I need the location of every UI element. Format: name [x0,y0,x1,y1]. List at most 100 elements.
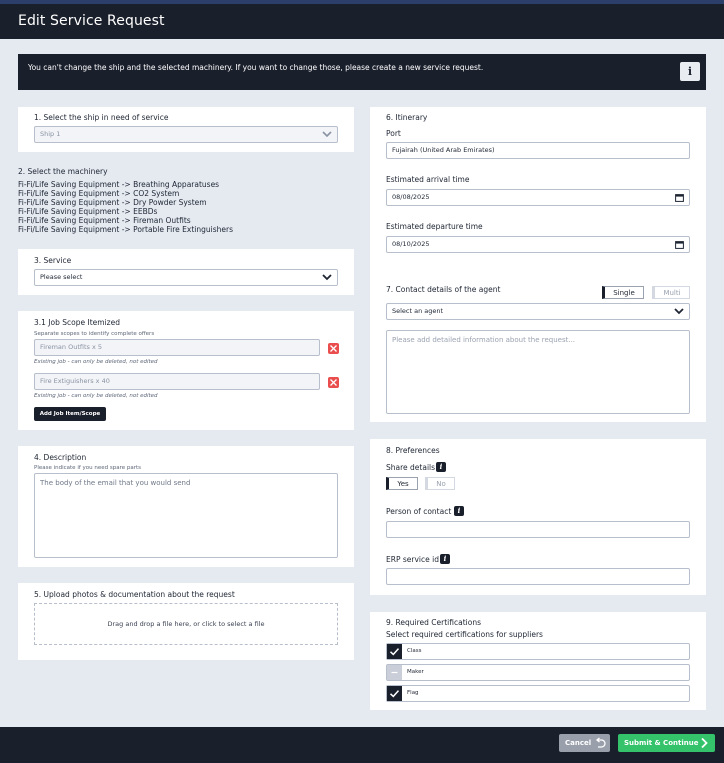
delete-job-button[interactable] [328,343,339,354]
job-item-value: Fireman Outfits x 5 [40,343,103,351]
certifications-sublabel: Select required certifications for suppl… [386,630,543,639]
machinery-item: Fi-Fi/Life Saving Equipment -> Fireman O… [18,216,191,225]
machinery-item: Fi-Fi/Life Saving Equipment -> CO2 Syste… [18,189,180,198]
preferences-label: 8. Preferences [386,446,440,455]
preferences-card: 8. Preferences Share details i Yes No Pe… [370,439,706,595]
agent-details-placeholder: Please add detailed information about th… [392,336,576,344]
job-scope-sublabel: Separate scopes to identify complete off… [34,331,155,337]
info-icon[interactable]: i [436,462,446,472]
departure-value: 08/10/2025 [392,240,430,248]
machinery-label: 2. Select the machinery [18,167,108,176]
machinery-section: 2. Select the machinery Fi-Fi/Life Savin… [18,167,348,234]
upload-label: 5. Upload photos & documentation about t… [34,590,235,599]
cert-row-maker[interactable]: Maker [386,664,690,681]
submit-continue-button[interactable]: Submit & Continue [618,734,715,752]
info-icon[interactable]: i [440,554,450,564]
itinerary-card: 6. Itinerary Port Fujairah (United Arab … [370,107,706,302]
toggle-no[interactable]: No [425,477,455,490]
description-placeholder: The body of the email that you would sen… [40,479,191,487]
service-select[interactable]: Please select [34,269,338,286]
machinery-item: Fi-Fi/Life Saving Equipment -> Dry Powde… [18,198,207,207]
person-of-contact-label: Person of contact [386,507,452,516]
job-item-field: Fireman Outfits x 5 [34,339,320,356]
agent-select[interactable]: Select an agent [386,303,690,320]
check-icon [389,648,400,656]
port-value: Fujairah (United Arab Emirates) [392,146,495,154]
job-item-note: Existing job - can only be deleted, not … [34,393,158,399]
agent-select-value: Select an agent [392,307,444,315]
cert-label: Class [407,648,422,654]
check-icon [389,690,400,698]
chevron-right-icon [701,737,708,749]
calendar-icon[interactable] [675,240,684,249]
calendar-icon[interactable] [675,193,684,202]
person-of-contact-input[interactable] [386,521,690,538]
cancel-label: Cancel [565,739,592,747]
arrival-date-input[interactable]: 08/08/2025 [386,189,690,206]
cert-row-flag[interactable]: Flag [386,685,690,702]
port-input[interactable]: Fujairah (United Arab Emirates) [386,142,690,159]
service-label: 3. Service [34,256,72,265]
cert-row-class[interactable]: Class [386,643,690,660]
undo-icon [595,737,606,748]
ship-label: 1. Select the ship in need of service [34,113,169,122]
agent-card: 7. Contact details of the agent Single M… [370,279,706,422]
share-details-label: Share details [386,463,436,472]
arrival-value: 08/08/2025 [392,193,430,201]
info-icon[interactable]: i [680,62,700,81]
chevron-down-icon [322,274,332,281]
ship-card: 1. Select the ship in need of service Sh… [18,107,354,152]
job-item-value: Fire Extiguishers x 40 [40,377,110,385]
chevron-down-icon [674,308,684,315]
service-card: 3. Service Please select [18,249,354,295]
add-job-item-button[interactable]: Add Job Item/Scope [34,407,106,421]
chevron-down-icon [322,131,332,138]
arrival-label: Estimated arrival time [386,175,470,184]
certifications-label: 9. Required Certifications [386,618,481,627]
job-scope-label: 3.1 Job Scope Itemized [34,318,120,327]
service-select-value: Please select [40,273,83,281]
ship-select-value: Ship 1 [40,130,61,138]
info-icon[interactable]: i [454,506,464,516]
notice-banner: You can't change the ship and the select… [18,54,706,90]
description-textarea[interactable]: The body of the email that you would sen… [34,473,338,558]
erp-service-id-label: ERP service id [386,555,439,564]
checkbox[interactable] [387,686,402,701]
close-icon [330,345,337,352]
toggle-multi[interactable]: Multi [652,286,690,299]
checkbox[interactable] [387,644,402,659]
port-label: Port [386,129,401,138]
machinery-item: Fi-Fi/Life Saving Equipment -> EEBDs [18,207,158,216]
dash-icon [391,671,398,674]
departure-label: Estimated departure time [386,222,483,231]
close-icon [330,379,337,386]
dropzone-text: Drag and drop a file here, or click to s… [107,620,265,628]
job-item-note: Existing job - can only be deleted, not … [34,359,158,365]
toggle-single[interactable]: Single [602,286,644,299]
cert-label: Flag [407,690,419,696]
ship-select[interactable]: Ship 1 [34,126,338,143]
cancel-button[interactable]: Cancel [559,734,610,752]
description-label: 4. Description [34,453,87,462]
file-dropzone[interactable]: Drag and drop a file here, or click to s… [34,603,338,645]
toggle-yes[interactable]: Yes [386,477,418,490]
upload-card: 5. Upload photos & documentation about t… [18,583,354,660]
description-card: 4. Description Please indicate if you ne… [18,446,354,567]
cert-label: Maker [407,669,424,675]
departure-date-input[interactable]: 08/10/2025 [386,236,690,253]
checkbox[interactable] [387,665,402,680]
submit-label: Submit & Continue [624,739,699,747]
itinerary-label: 6. Itinerary [386,113,428,122]
machinery-item: Fi-Fi/Life Saving Equipment -> Portable … [18,225,233,234]
job-item-field: Fire Extiguishers x 40 [34,373,320,390]
agent-label: 7. Contact details of the agent [386,285,501,294]
job-scope-card: 3.1 Job Scope Itemized Separate scopes t… [18,311,354,430]
notice-text: You can't change the ship and the select… [28,63,484,72]
agent-details-textarea[interactable]: Please add detailed information about th… [386,330,690,414]
certifications-card: 9. Required Certifications Select requir… [370,612,706,710]
delete-job-button[interactable] [328,377,339,388]
window-title: Edit Service Request [18,13,165,29]
erp-service-id-input[interactable] [386,568,690,585]
footer-bar: Cancel Submit & Continue [0,727,724,763]
form-body: You can't change the ship and the select… [4,39,720,727]
